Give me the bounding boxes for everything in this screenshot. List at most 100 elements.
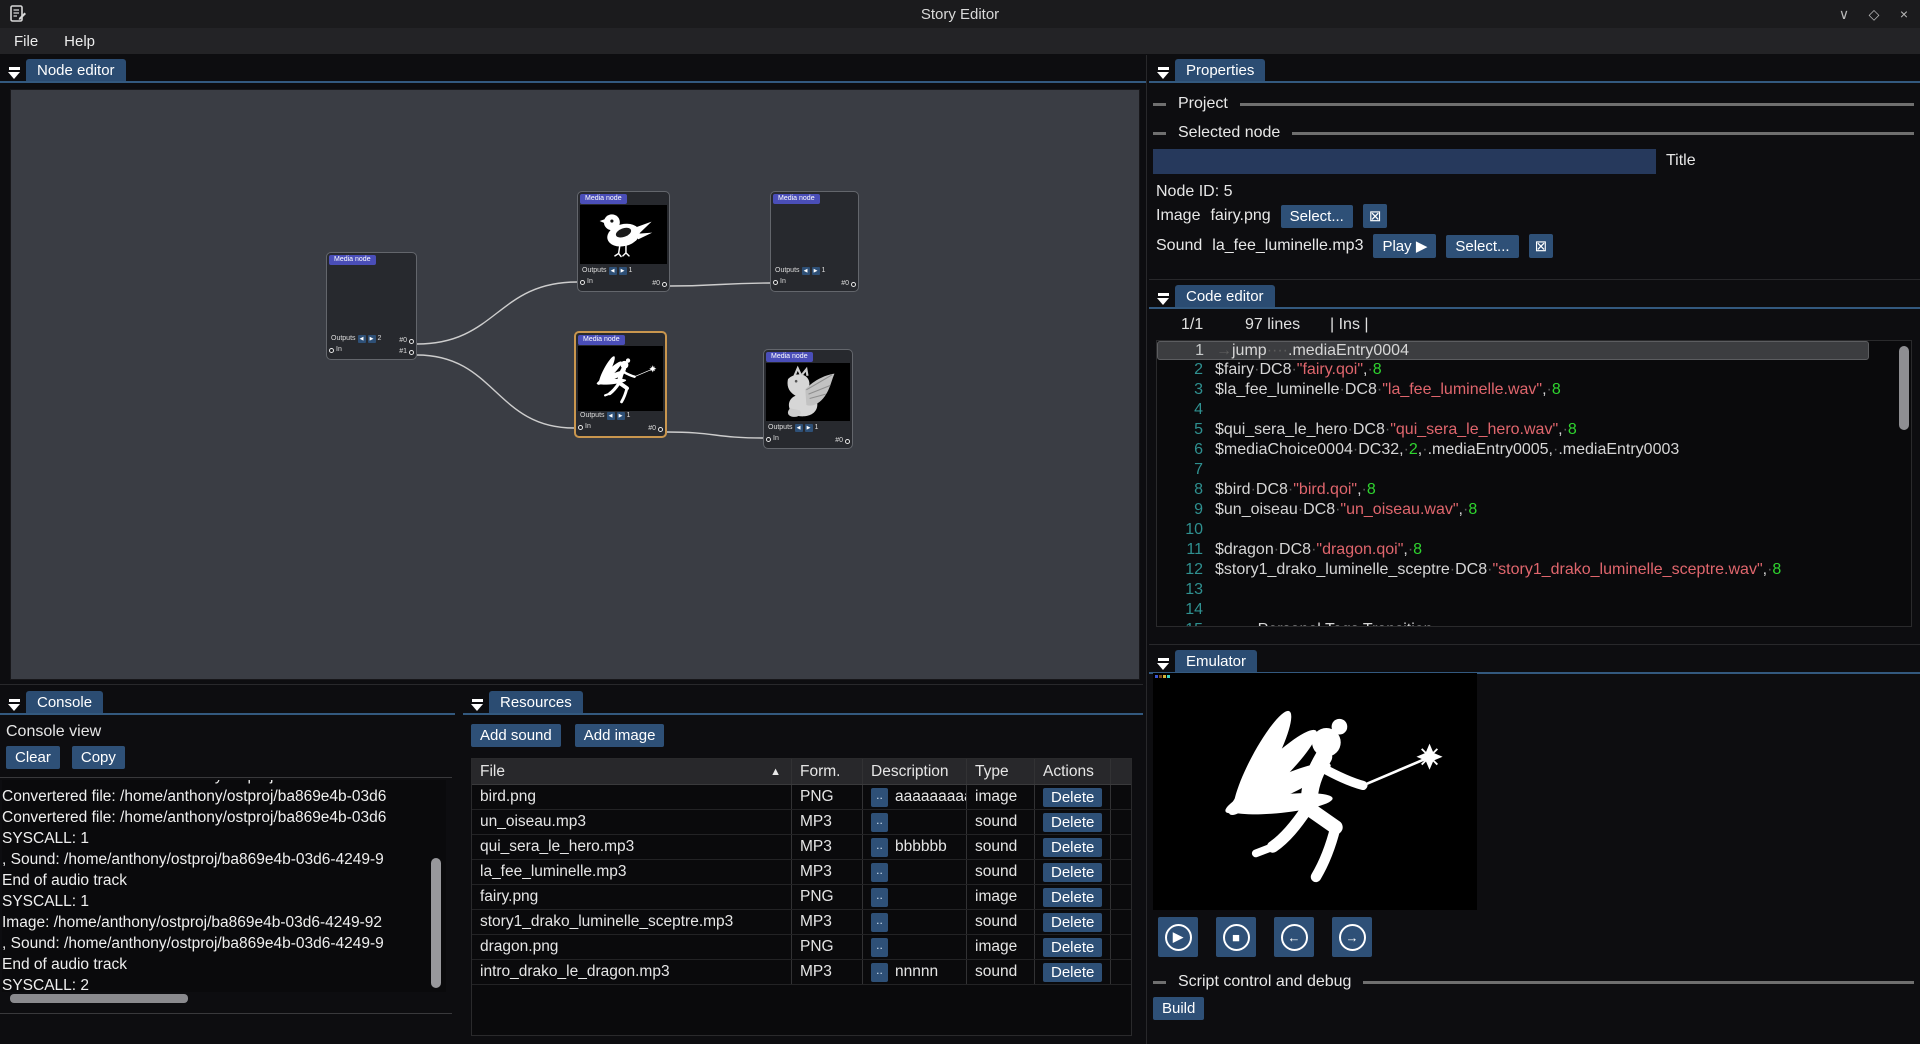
step-back-button[interactable]: ← (1274, 917, 1314, 957)
media-node-3[interactable]: Media nodeOutputs◀▶1In#0 (574, 331, 667, 438)
input-port[interactable] (766, 437, 771, 442)
output-port[interactable] (658, 427, 663, 432)
output-prev-button[interactable]: ◀ (607, 412, 615, 420)
tab-emulator[interactable]: Emulator (1175, 650, 1257, 674)
code-line-11: 11$dragon·DC8·"dragon.qoi",·8 (1157, 540, 1911, 560)
file-cell: fairy.png (472, 885, 792, 909)
delete-button[interactable]: Delete (1043, 963, 1102, 982)
tab-properties[interactable]: Properties (1175, 59, 1265, 83)
edit-description-button[interactable]: .. (871, 863, 888, 882)
media-node-2[interactable]: Media nodeOutputs◀▶1In#0 (770, 191, 859, 292)
console-copy-button[interactable]: Copy (72, 746, 125, 769)
code-vertical-scrollbar[interactable] (1899, 346, 1909, 430)
output-port[interactable] (409, 339, 414, 344)
window-close-button[interactable]: × (1896, 6, 1912, 22)
table-row[interactable]: la_fee_luminelle.mp3MP3..soundDelete (472, 860, 1131, 885)
code-editor-header: Code editor (1151, 283, 1275, 309)
output-port[interactable] (851, 282, 856, 287)
media-node-4[interactable]: Media nodeOutputs◀▶1In#0 (763, 349, 853, 449)
column-header-file[interactable]: File▲ (472, 759, 792, 784)
console-vertical-scrollbar[interactable] (431, 858, 441, 988)
media-node-1[interactable]: Media nodeOutputs◀▶1In#0 (577, 191, 670, 292)
collapse-icon[interactable] (465, 689, 489, 715)
console-output[interactable]: Convertered file: /home/anthony/ostproj/… (2, 780, 446, 992)
sound-clear-button[interactable]: ⊠ (1529, 234, 1554, 258)
table-row[interactable]: fairy.pngPNG..imageDelete (472, 885, 1131, 910)
output-prev-button[interactable]: ◀ (795, 424, 803, 432)
output-next-button[interactable]: ▶ (812, 267, 820, 275)
media-node-0[interactable]: Media nodeOutputs◀▶2In#0#1 (326, 252, 417, 360)
type-cell: sound (967, 860, 1035, 884)
table-row[interactable]: dragon.pngPNG..imageDelete (472, 935, 1131, 960)
tab-resources[interactable]: Resources (489, 691, 583, 715)
edit-description-button[interactable]: .. (871, 813, 888, 832)
image-select-button[interactable]: Select... (1281, 205, 1353, 228)
output-next-button[interactable]: ▶ (617, 412, 625, 420)
output-prev-button[interactable]: ◀ (609, 267, 617, 275)
output-next-button[interactable]: ▶ (805, 424, 813, 432)
input-port[interactable] (578, 425, 583, 430)
node-input-row: In (329, 346, 342, 354)
delete-button[interactable]: Delete (1043, 788, 1102, 807)
output-prev-button[interactable]: ◀ (802, 267, 810, 275)
edit-description-button[interactable]: .. (871, 938, 888, 957)
play-button[interactable]: ▶ (1158, 917, 1198, 957)
window-maximize-button[interactable]: ◇ (1866, 6, 1882, 23)
edit-description-button[interactable]: .. (871, 963, 888, 982)
edit-description-button[interactable]: .. (871, 913, 888, 932)
menu-help[interactable]: Help (64, 33, 95, 50)
output-port[interactable] (662, 282, 667, 287)
delete-button[interactable]: Delete (1043, 888, 1102, 907)
column-header-description[interactable]: Description (863, 759, 967, 784)
table-row[interactable]: un_oiseau.mp3MP3..soundDelete (472, 810, 1131, 835)
table-row[interactable]: bird.pngPNG..aaaaaaaaaimageDelete (472, 785, 1131, 810)
column-header-actions[interactable]: Actions (1035, 759, 1111, 784)
column-header-form[interactable]: Form. (792, 759, 863, 784)
table-row[interactable]: story1_drako_luminelle_sceptre.mp3MP3..s… (472, 910, 1131, 935)
image-clear-button[interactable]: ⊠ (1363, 204, 1388, 228)
edit-description-button[interactable]: .. (871, 788, 888, 807)
tab-code-editor[interactable]: Code editor (1175, 285, 1275, 309)
delete-button[interactable]: Delete (1043, 913, 1102, 932)
delete-button[interactable]: Delete (1043, 863, 1102, 882)
input-port[interactable] (580, 280, 585, 285)
node-canvas[interactable]: Media nodeOutputs◀▶2In#0#1 Media nodeOutp… (10, 89, 1140, 680)
console-clear-button[interactable]: Clear (6, 746, 60, 769)
output-port[interactable] (409, 350, 414, 355)
code-editor-area[interactable]: 1→jump····.mediaEntry00042$fairy·DC8·"fa… (1156, 340, 1912, 627)
column-header-type[interactable]: Type (967, 759, 1035, 784)
outputs-count: 1 (815, 424, 819, 432)
build-button[interactable]: Build (1153, 997, 1204, 1020)
collapse-icon[interactable] (2, 689, 26, 715)
tab-console[interactable]: Console (26, 691, 103, 715)
output-next-button[interactable]: ▶ (619, 267, 627, 275)
title-input[interactable] (1153, 149, 1656, 174)
output-port[interactable] (845, 439, 850, 444)
output-next-button[interactable]: ▶ (368, 335, 376, 343)
delete-button[interactable]: Delete (1043, 838, 1102, 857)
collapse-icon[interactable] (1151, 648, 1175, 674)
sound-select-button[interactable]: Select... (1446, 235, 1518, 258)
collapse-icon[interactable] (2, 57, 26, 83)
collapse-icon[interactable] (1151, 57, 1175, 83)
input-port[interactable] (773, 280, 778, 285)
project-section-label: Project (1178, 95, 1228, 113)
table-row[interactable]: intro_drako_le_dragon.mp3MP3..nnnnnsound… (472, 960, 1131, 985)
edit-description-button[interactable]: .. (871, 838, 888, 857)
stop-button[interactable]: ■ (1216, 917, 1256, 957)
input-port[interactable] (329, 348, 334, 353)
collapse-icon[interactable] (1151, 283, 1175, 309)
add-image-button[interactable]: Add image (575, 724, 665, 747)
console-horizontal-scrollbar[interactable] (10, 994, 188, 1003)
sound-play-button[interactable]: Play ▶ (1373, 234, 1436, 258)
output-prev-button[interactable]: ◀ (358, 335, 366, 343)
delete-button[interactable]: Delete (1043, 938, 1102, 957)
menu-file[interactable]: File (14, 33, 38, 50)
step-forward-button[interactable]: → (1332, 917, 1372, 957)
delete-button[interactable]: Delete (1043, 813, 1102, 832)
tab-node-editor[interactable]: Node editor (26, 59, 126, 83)
table-row[interactable]: qui_sera_le_hero.mp3MP3..bbbbbbsoundDele… (472, 835, 1131, 860)
edit-description-button[interactable]: .. (871, 888, 888, 907)
window-shade-button[interactable]: ∨ (1836, 6, 1852, 23)
add-sound-button[interactable]: Add sound (471, 724, 561, 747)
